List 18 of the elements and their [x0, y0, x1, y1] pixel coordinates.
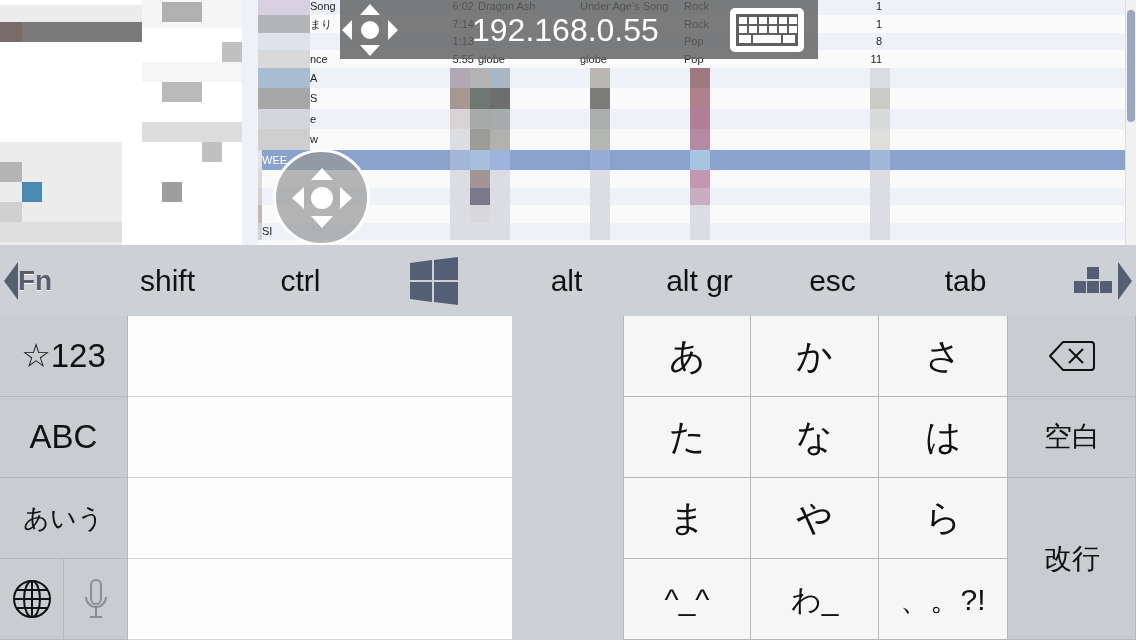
table-cell-text: 1	[874, 0, 883, 13]
table-cell: SI	[262, 225, 273, 238]
table-cell-text: 1	[874, 17, 883, 31]
table-cell: Song	[310, 0, 336, 13]
table-cell: A	[310, 71, 318, 85]
table-cell: e	[310, 112, 317, 126]
table-cell: WEE	[262, 153, 288, 167]
table-cell-text: globe	[579, 52, 608, 66]
table-cell-text: globe	[477, 52, 506, 66]
table-cell: nce	[310, 52, 328, 66]
table-cell-text: 5:55	[451, 52, 475, 66]
table-cell: S	[310, 92, 318, 105]
table-cell: w	[310, 133, 318, 146]
table-cell-text: Pop	[683, 52, 705, 66]
table-cell-text: 8	[874, 35, 883, 48]
table-cell-text: 11	[869, 52, 883, 66]
ip-address: 192.168.0.55	[472, 13, 659, 46]
table-cell: まり	[310, 17, 332, 31]
